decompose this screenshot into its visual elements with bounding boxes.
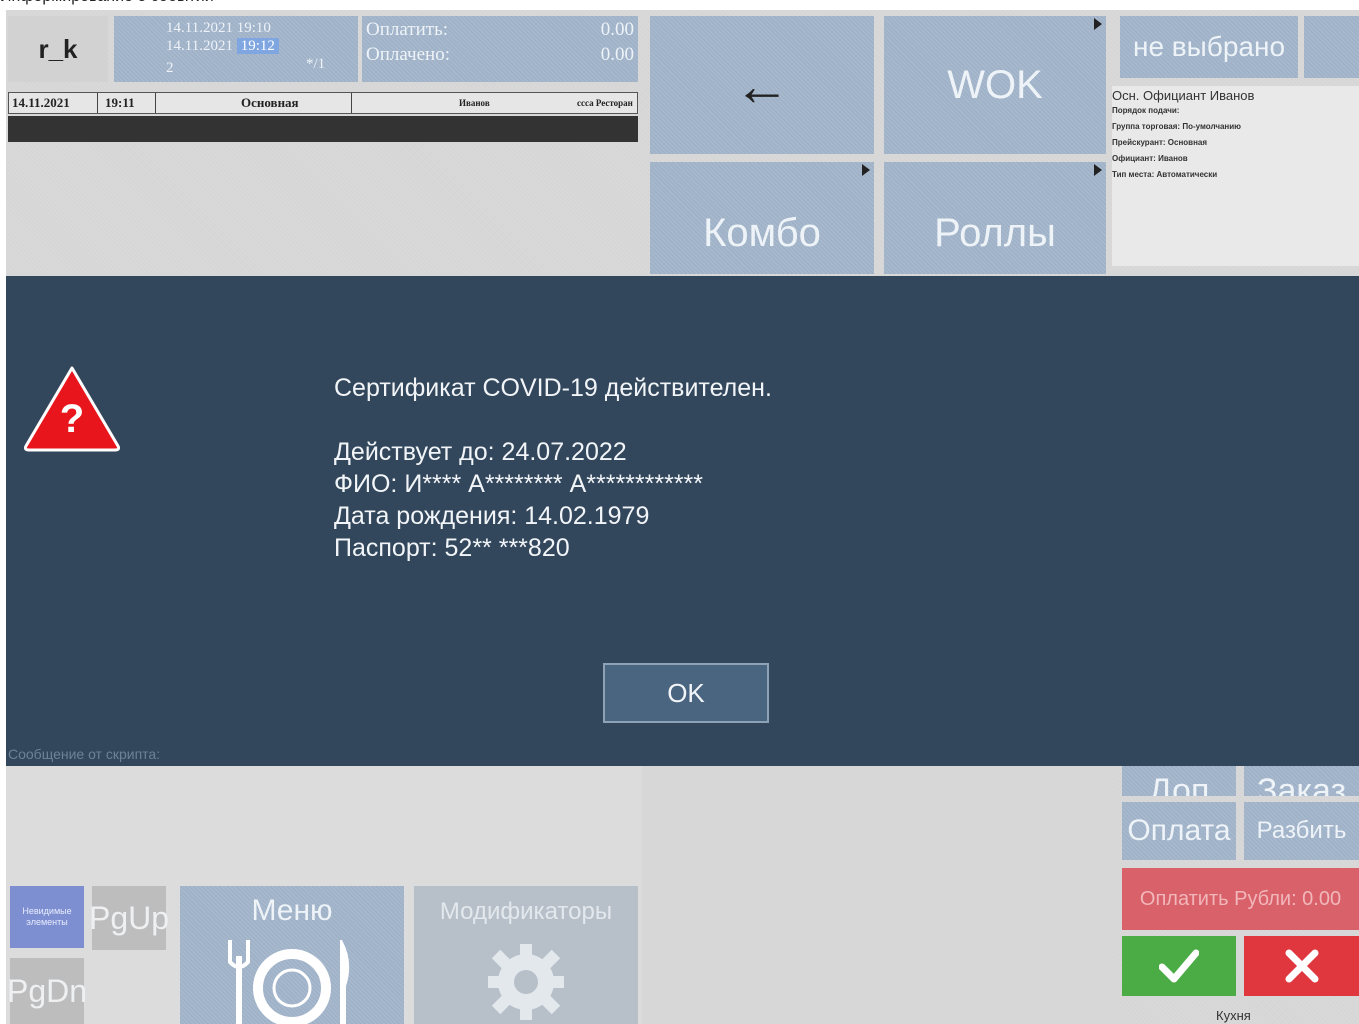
menu-label: Меню bbox=[251, 894, 333, 927]
category-wok-button[interactable]: WOK bbox=[884, 16, 1106, 154]
valid-until: Действует до: 24.07.2022 bbox=[334, 438, 627, 466]
time-line-2: 14.11.2021 19:12 bbox=[166, 38, 279, 55]
hidden-elements-label: Невидимые элементы bbox=[22, 906, 72, 927]
kitchen-label: Кухня bbox=[1216, 1008, 1251, 1023]
place-type: Тип места: Автоматически bbox=[1112, 170, 1218, 179]
paid-value: 0.00 bbox=[600, 44, 634, 65]
order-waiter: Иванов bbox=[459, 98, 490, 108]
restaurant-logo: r_k bbox=[8, 16, 108, 82]
full-name: ФИО: И**** А******** А************ bbox=[334, 470, 704, 498]
time-line-1: 14.11.2021 19:10 bbox=[166, 20, 271, 36]
payment-summary: Оплатить: 0.00 Оплачено: 0.00 bbox=[362, 16, 638, 82]
gear-icon bbox=[488, 944, 564, 1020]
dialog-message: Сертификат COVID-19 действителен. Действ… bbox=[334, 372, 772, 564]
order-label: Заказ bbox=[1256, 772, 1347, 796]
arrow-left-icon: ← bbox=[734, 53, 790, 117]
confirm-button[interactable] bbox=[1122, 936, 1236, 996]
pay-rubles-label: Оплатить Рубли: 0.00 bbox=[1139, 887, 1342, 910]
additional-label: Доп bbox=[1148, 772, 1210, 796]
divider bbox=[155, 93, 156, 113]
order-date: 14.11.2021 bbox=[12, 95, 70, 110]
order-restaurant: ссса Ресторан bbox=[577, 98, 633, 108]
ok-button[interactable]: OK bbox=[603, 663, 769, 723]
trade-group: Группа торговая: По-умолчанию bbox=[1112, 122, 1242, 131]
order-details-panel: Осн. Официант Иванов Порядок подачи: Гру… bbox=[1112, 86, 1359, 266]
order-time: 19:11 bbox=[105, 95, 135, 110]
certificate-status: Сертификат COVID-19 действителен. bbox=[334, 374, 772, 402]
modifiers-label: Модификаторы bbox=[439, 898, 613, 925]
script-message-caption: Сообщение от скрипта: bbox=[8, 746, 161, 762]
order-menu: Основная bbox=[241, 95, 299, 110]
svg-text:?: ? bbox=[60, 397, 84, 441]
checkmark-icon bbox=[1159, 949, 1199, 983]
cancel-button[interactable] bbox=[1244, 936, 1359, 996]
page-up-label: PgUp bbox=[88, 899, 170, 936]
not-selected-label: не выбрано bbox=[1132, 31, 1286, 62]
close-icon bbox=[1285, 949, 1318, 983]
category-rolls-label: Роллы bbox=[934, 210, 1056, 255]
serving-order: Порядок подачи: bbox=[1112, 106, 1180, 115]
page-down-button[interactable]: PgDn bbox=[6, 958, 88, 1024]
category-wok-label: WOK bbox=[947, 62, 1043, 107]
pay-rubles-button[interactable]: Оплатить Рубли: 0.00 bbox=[1122, 868, 1359, 930]
divider bbox=[97, 93, 98, 113]
plate-cutlery-icon bbox=[228, 940, 350, 1024]
submenu-arrow-icon bbox=[1094, 18, 1102, 30]
bottom-middle-area bbox=[642, 766, 1118, 1024]
order-button[interactable]: Заказ bbox=[1244, 766, 1359, 796]
divider bbox=[351, 93, 352, 113]
payment-button[interactable]: Оплата bbox=[1122, 802, 1236, 860]
submenu-arrow-icon bbox=[1094, 164, 1102, 176]
table-number: */1 bbox=[306, 56, 326, 72]
order-info-bar: 14.11.2021 19:11 Основная Иванов ссса Ре… bbox=[8, 92, 638, 114]
category-combo-button[interactable]: Комбо bbox=[650, 162, 874, 274]
submenu-arrow-icon bbox=[862, 164, 870, 176]
category-combo-label: Комбо bbox=[703, 210, 821, 255]
price-list: Прейскурант: Основная bbox=[1112, 138, 1208, 147]
to-pay-value: 0.00 bbox=[600, 19, 634, 40]
menu-button[interactable]: Меню bbox=[180, 886, 404, 1024]
split-button[interactable]: Разбить bbox=[1244, 802, 1359, 860]
passport: Паспорт: 52** ***820 bbox=[334, 534, 570, 562]
paid-label: Оплачено: bbox=[366, 44, 450, 65]
main-waiter: Осн. Официант Иванов bbox=[1112, 88, 1255, 103]
question-warning-icon: ? bbox=[22, 362, 122, 454]
time-panel: 14.11.2021 19:10 14.11.2021 19:12 2 */1 bbox=[114, 16, 358, 82]
category-rolls-button[interactable]: Роллы bbox=[884, 162, 1106, 274]
birth-date: Дата рождения: 14.02.1979 bbox=[334, 502, 650, 530]
window-caption: Информирование о событии bbox=[0, 0, 214, 8]
page-down-label: PgDn bbox=[6, 972, 88, 1009]
split-label: Разбить bbox=[1256, 817, 1347, 844]
guest-count: 2 bbox=[166, 60, 174, 76]
modifiers-button[interactable]: Модификаторы bbox=[414, 886, 638, 1024]
time-line-2-time: 19:12 bbox=[236, 38, 279, 54]
order-list-strip bbox=[8, 116, 638, 142]
additional-button[interactable]: Доп bbox=[1122, 766, 1236, 796]
time-line-2-date: 14.11.2021 bbox=[166, 38, 233, 54]
payment-label: Оплата bbox=[1127, 814, 1231, 847]
not-selected-button[interactable]: не выбрано bbox=[1120, 16, 1298, 78]
back-button[interactable]: ← bbox=[650, 16, 874, 154]
waiter-line: Официант: Иванов bbox=[1112, 154, 1188, 163]
to-pay-label: Оплатить: bbox=[366, 19, 449, 40]
hidden-elements-button[interactable]: Невидимые элементы bbox=[10, 886, 84, 948]
extra-tile[interactable] bbox=[1304, 16, 1359, 78]
page-up-button[interactable]: PgUp bbox=[88, 886, 170, 950]
